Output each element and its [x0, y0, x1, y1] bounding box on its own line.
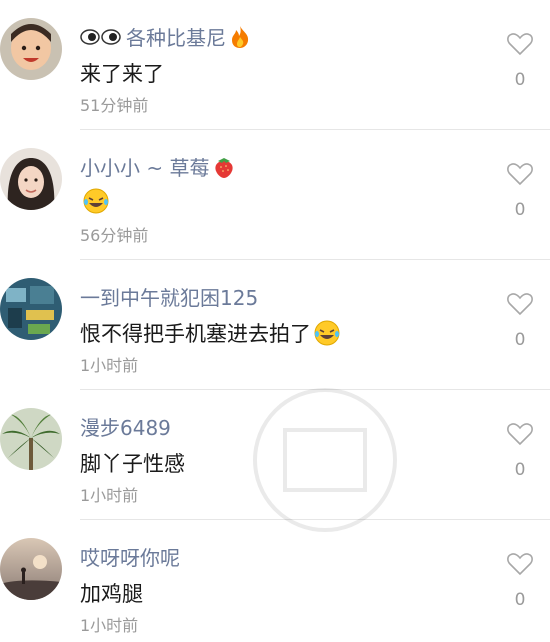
comment-time: 1小时前 [80, 616, 139, 635]
comment-author[interactable]: 漫步6489 [80, 412, 171, 441]
comment-item: 哎呀呀你呢 加鸡腿 1小时前 0 [0, 520, 550, 642]
comment-author[interactable]: 一到中午就犯困125 [80, 282, 258, 311]
laughing-emoji-icon [82, 188, 110, 214]
like-count: 0 [514, 70, 526, 90]
comment-item: 各种比基尼 来了来了 51分钟前 0 [0, 0, 550, 130]
comment-text [80, 188, 110, 214]
like-button[interactable]: 0 [500, 162, 540, 232]
comment-list: 各种比基尼 来了来了 51分钟前 0 小小小 ~ 草莓 56分钟前 0 一到中午… [0, 0, 550, 642]
room-avatar-icon [0, 278, 62, 340]
like-button[interactable]: 0 [500, 292, 540, 362]
avatar[interactable] [0, 538, 62, 600]
comment-item: 一到中午就犯困125 恨不得把手机塞进去拍了 1小时前 0 [0, 260, 550, 390]
comment-body: 来了来了 [80, 62, 164, 86]
like-count: 0 [514, 460, 526, 480]
comment-body: 加鸡腿 [80, 582, 143, 606]
comment-text: 脚丫子性感 [80, 448, 185, 478]
heart-icon [507, 33, 533, 56]
comment-time: 1小时前 [80, 356, 139, 375]
comment-author[interactable]: 小小小 ~ 草莓 [80, 152, 235, 181]
like-count: 0 [514, 200, 526, 220]
avatar[interactable] [0, 18, 62, 80]
author-name: 漫步6489 [80, 416, 171, 440]
heart-icon [507, 423, 533, 446]
author-name: 哎呀呀你呢 [80, 546, 180, 570]
comment-author[interactable]: 哎呀呀你呢 [80, 542, 180, 571]
avatar[interactable] [0, 148, 62, 210]
comment-time: 1小时前 [80, 486, 139, 505]
author-name: 各种比基尼 [126, 26, 226, 50]
palm-avatar-icon [0, 408, 62, 470]
avatar[interactable] [0, 408, 62, 470]
girl-avatar-icon [0, 148, 62, 210]
like-count: 0 [514, 330, 526, 350]
comment-text: 加鸡腿 [80, 578, 143, 608]
eyes-icon [80, 28, 122, 46]
sunset-avatar-icon [0, 538, 62, 600]
like-button[interactable]: 0 [500, 32, 540, 102]
comment-body: 恨不得把手机塞进去拍了 [80, 322, 311, 346]
heart-icon [507, 293, 533, 316]
heart-icon [507, 163, 533, 186]
like-count: 0 [514, 590, 526, 610]
comment-text: 来了来了 [80, 58, 164, 88]
laughing-emoji-icon [313, 320, 341, 346]
heart-icon [507, 553, 533, 576]
like-button[interactable]: 0 [500, 552, 540, 622]
author-name: 一到中午就犯困125 [80, 286, 259, 310]
comment-item: 漫步6489 脚丫子性感 1小时前 0 [0, 390, 550, 520]
comment-item: 小小小 ~ 草莓 56分钟前 0 [0, 130, 550, 260]
comment-text: 恨不得把手机塞进去拍了 [80, 318, 341, 348]
like-button[interactable]: 0 [500, 422, 540, 492]
comment-time: 51分钟前 [80, 96, 149, 115]
baby-avatar-icon [0, 18, 62, 80]
fire-icon [230, 25, 250, 49]
author-name: 小小小 ~ 草莓 [80, 156, 210, 180]
comment-body: 脚丫子性感 [80, 452, 185, 476]
strawberry-icon [213, 155, 235, 179]
comment-author[interactable]: 各种比基尼 [80, 22, 250, 51]
comment-time: 56分钟前 [80, 226, 149, 245]
avatar[interactable] [0, 278, 62, 340]
